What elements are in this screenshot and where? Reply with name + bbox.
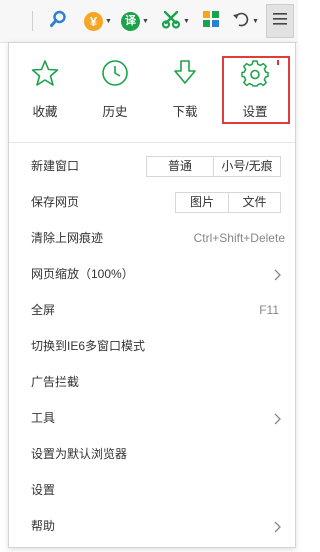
fullscreen-shortcut: F11 [259,303,279,317]
chevron-down-icon[interactable]: ▼ [252,18,259,25]
tools-label: 工具 [31,411,56,425]
menu-item-zoom[interactable]: 网页缩放（100%） [9,256,295,292]
clear-traces-shortcut: Ctrl+Shift+Delete [193,231,285,245]
search-icon [49,10,67,33]
toolbar-divider [32,11,33,31]
history-label: 历史 [102,105,128,119]
downloads-label: 下载 [172,105,198,119]
translate-icon: 译 [121,11,140,31]
fullscreen-label: 全屏 [31,303,56,317]
apps-grid-icon [202,10,220,33]
settings-label: 设置 [31,483,56,497]
save-as-image-button[interactable]: 图片 [175,192,229,213]
star-icon [31,59,59,92]
translate-glyph: 译 [125,14,136,27]
save-page-label: 保存网页 [31,195,80,209]
chevron-down-icon[interactable]: ▼ [183,18,190,25]
undo-icon [232,10,250,33]
main-menu-panel: 收藏 历史 下载 设置 新建窗口 普通 小号/无痕 保存网页 图片 文件 清除上… [8,42,296,548]
downloads-button[interactable]: 下载 [155,55,215,125]
save-as-file-button[interactable]: 文件 [228,192,281,213]
screenshot-button[interactable]: ▼ [161,9,190,33]
menu-item-settings[interactable]: 设置 [9,472,295,508]
menu-item-new-window: 新建窗口 普通 小号/无痕 [9,148,295,184]
menu-item-ad-block[interactable]: 广告拦截 [9,364,295,400]
default-browser-label: 设置为默认浏览器 [31,447,128,461]
yen-glyph: ¥ [89,13,98,29]
menu-item-clear-traces[interactable]: 清除上网痕迹 Ctrl+Shift+Delete [9,220,295,256]
chevron-down-icon[interactable]: ▼ [142,18,149,25]
menu-divider [9,142,295,143]
scissors-icon [161,9,181,34]
apps-button[interactable] [202,9,220,33]
yen-coin-button[interactable]: ¥ ▼ [84,9,112,33]
new-window-label: 新建窗口 [31,159,80,173]
yen-coin-icon: ¥ [84,11,103,31]
ie6-mode-label: 切换到IE6多窗口模式 [31,339,146,353]
menu-button[interactable] [266,4,294,38]
undo-button[interactable]: ▼ [232,9,259,33]
menu-item-ie6-mode[interactable]: 切换到IE6多窗口模式 [9,328,295,364]
chevron-right-icon [274,520,281,538]
search-button[interactable] [49,9,67,33]
menu-item-tools[interactable]: 工具 [9,400,295,436]
download-icon [171,59,199,92]
notification-dot [277,60,279,65]
chevron-down-icon[interactable]: ▼ [105,18,112,25]
translate-button[interactable]: 译 ▼ [121,9,149,33]
highlight-box [222,56,290,124]
zoom-label: 网页缩放（100%） [31,267,134,281]
menu-item-default-browser[interactable]: 设置为默认浏览器 [9,436,295,472]
help-label: 帮助 [31,519,56,533]
menu-icon [273,12,287,30]
menu-item-fullscreen[interactable]: 全屏 F11 [9,292,295,328]
menu-item-save-page: 保存网页 图片 文件 [9,184,295,220]
clock-icon [101,59,129,92]
browser-toolbar: ¥ ▼ 译 ▼ ▼ ▼ [0,0,298,43]
history-button[interactable]: 历史 [85,55,145,125]
chevron-right-icon [274,412,281,430]
menu-item-help[interactable]: 帮助 [9,508,295,544]
favorites-button[interactable]: 收藏 [15,55,75,125]
new-window-incognito-button[interactable]: 小号/无痕 [213,156,281,177]
clear-traces-label: 清除上网痕迹 [31,231,104,245]
favorites-label: 收藏 [32,105,58,119]
ad-block-label: 广告拦截 [31,375,80,389]
new-window-normal-button[interactable]: 普通 [146,156,214,177]
chevron-right-icon [274,268,281,286]
